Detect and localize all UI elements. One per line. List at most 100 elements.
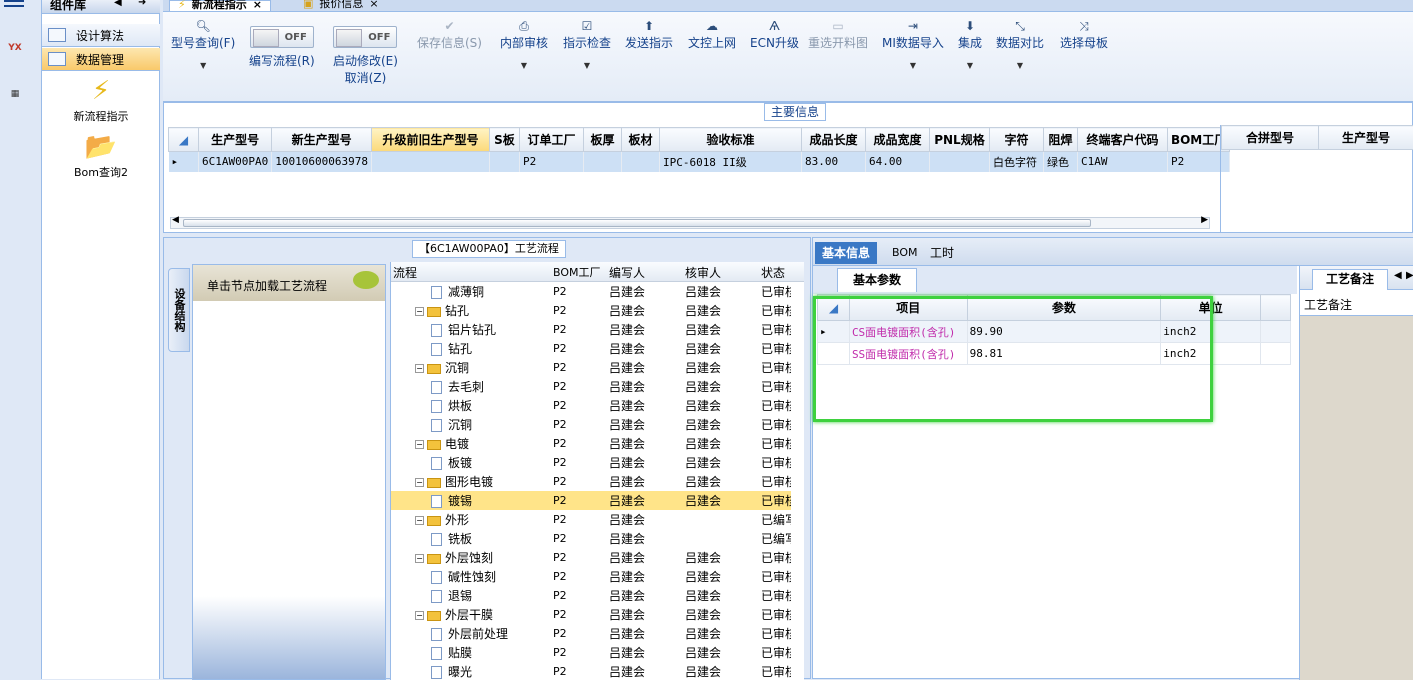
mi-import-button[interactable]: ⇥ MI数据导入 ▼	[882, 18, 944, 70]
col-header[interactable]: 新生产型号	[271, 127, 372, 152]
data-cell[interactable]: 64.00	[865, 151, 930, 172]
calculator-icon[interactable]: ▦	[0, 80, 30, 108]
node-cell[interactable]: 铝片钻孔	[431, 321, 496, 338]
tree-row[interactable]: − 图形电镀 P2 吕建会 吕建会 已审核	[391, 472, 791, 491]
close-icon[interactable]: ×	[253, 0, 262, 10]
new-flow-indicator-launcher[interactable]: ⚡ 新流程指示	[42, 74, 160, 124]
data-cell[interactable]	[583, 151, 622, 172]
node-cell[interactable]: − 沉铜	[415, 359, 469, 376]
node-cell[interactable]: 烘板	[431, 397, 472, 414]
pin-icon[interactable]: ➜	[138, 0, 146, 8]
collapse-icon[interactable]: −	[415, 516, 424, 525]
node-cell[interactable]: 铣板	[431, 530, 472, 547]
node-cell[interactable]: 贴膜	[431, 644, 472, 661]
node-cell[interactable]: − 钻孔	[415, 302, 469, 319]
save-info-button[interactable]: ✔ 保存信息(S)	[417, 18, 482, 51]
tab-process-notes[interactable]: 工艺备注	[1312, 269, 1388, 290]
chevron-right-icon[interactable]: ▶	[1406, 270, 1413, 281]
node-cell[interactable]: − 外层蚀刻	[415, 549, 493, 566]
node-load-header[interactable]: 单击节点加载工艺流程	[193, 265, 385, 301]
off-toggle[interactable]: OFF	[249, 26, 314, 48]
tree-row[interactable]: 铝片钻孔 P2 吕建会 吕建会 已审核	[391, 320, 791, 339]
internal-review-button[interactable]: ⎙ 内部审核 ▼	[500, 18, 548, 70]
tree-row[interactable]: 碱性蚀刻 P2 吕建会 吕建会 已审核	[391, 567, 791, 586]
nav-item-data-mgmt[interactable]: 数据管理	[42, 48, 160, 71]
scroll-right-icon[interactable]: ▶	[1201, 215, 1208, 225]
ecn-upgrade-button[interactable]: Ѧ ECN升级	[750, 18, 799, 51]
col-header[interactable]: 终端客户代码	[1076, 127, 1168, 152]
col-header[interactable]: PNL规格	[928, 127, 990, 152]
col-header[interactable]: 核审人	[685, 264, 721, 281]
node-cell[interactable]: − 外层干膜	[415, 606, 493, 623]
node-cell[interactable]: 退锡	[431, 587, 472, 604]
col-header[interactable]: 订单工厂	[518, 127, 584, 152]
tree-row[interactable]: − 外形 P2 吕建会 已编写	[391, 510, 791, 529]
merge-col-header[interactable]: 合拼型号	[1221, 125, 1319, 150]
data-cell[interactable]: C1AW	[1077, 151, 1168, 172]
scroll-left-icon[interactable]: ◀	[172, 215, 179, 225]
tree-row[interactable]: − 外层干膜 P2 吕建会 吕建会 已审核	[391, 605, 791, 624]
data-compare-button[interactable]: ⤡ 数据对比 ▼	[996, 18, 1044, 70]
integrate-button[interactable]: ⬇ 集成 ▼	[958, 18, 982, 70]
collapse-icon[interactable]: −	[415, 611, 424, 620]
tree-row[interactable]: 曝光 P2 吕建会 吕建会 已审核	[391, 662, 791, 680]
tab-basic-info[interactable]: 基本信息	[815, 242, 878, 264]
off-toggle[interactable]: OFF	[333, 26, 398, 48]
tree-row[interactable]: − 沉铜 P2 吕建会 吕建会 已审核	[391, 358, 791, 377]
col-header[interactable]: 成品宽度	[864, 127, 930, 152]
tree-row[interactable]: − 钻孔 P2 吕建会 吕建会 已审核	[391, 301, 791, 320]
tree-row[interactable]: − 外层蚀刻 P2 吕建会 吕建会 已审核	[391, 548, 791, 567]
tab-work-hours[interactable]: 工时	[923, 242, 961, 264]
data-cell[interactable]	[621, 151, 660, 172]
col-header[interactable]: BOM工厂	[553, 264, 601, 280]
col-header[interactable]: S板	[488, 127, 520, 152]
col-header[interactable]: 验收标准	[658, 127, 802, 152]
col-header[interactable]: 生产型号	[197, 127, 273, 152]
yx-app-icon[interactable]: YX	[0, 34, 30, 62]
tree-row[interactable]: 外层前处理 P2 吕建会 吕建会 已审核	[391, 624, 791, 643]
col-header[interactable]: 流程	[393, 264, 417, 281]
tree-row[interactable]: 烘板 P2 吕建会 吕建会 已审核	[391, 396, 791, 415]
col-header[interactable]: 字符	[988, 127, 1044, 152]
data-cell[interactable]: 6C1AW00PA0	[198, 151, 273, 172]
node-cell[interactable]: 曝光	[431, 663, 472, 680]
collapse-icon[interactable]: −	[415, 364, 424, 373]
collapse-icon[interactable]: −	[415, 307, 424, 316]
tree-row[interactable]: 减薄铜 P2 吕建会 吕建会 已审核	[391, 282, 791, 301]
data-cell[interactable]	[371, 151, 490, 172]
node-cell[interactable]: 减薄铜	[431, 283, 484, 300]
col-header[interactable]: 板厚	[582, 127, 622, 152]
nav-item-design-algo[interactable]: 设计算法	[42, 24, 160, 47]
node-cell[interactable]: − 外形	[415, 511, 469, 528]
select-master-button[interactable]: ⤨ 选择母板	[1060, 18, 1108, 51]
col-header[interactable]: 状态	[761, 264, 785, 281]
tree-row[interactable]: 去毛刺 P2 吕建会 吕建会 已审核	[391, 377, 791, 396]
collapse-left-icon[interactable]: ◀	[114, 0, 122, 8]
node-cell[interactable]: 碱性蚀刻	[431, 568, 496, 585]
doc-upload-button[interactable]: ☁ 文控上网	[688, 18, 736, 51]
col-header[interactable]: 板材	[620, 127, 660, 152]
indicator-check-button[interactable]: ☑ 指示检查 ▼	[563, 18, 611, 70]
data-cell[interactable]	[929, 151, 990, 172]
scroll-thumb[interactable]	[183, 219, 1091, 227]
node-cell[interactable]: 沉铜	[431, 416, 472, 433]
tab-new-flow[interactable]: ⚡ 新流程指示 ×	[169, 0, 271, 12]
node-cell[interactable]: − 图形电镀	[415, 473, 493, 490]
node-cell[interactable]: − 电镀	[415, 435, 469, 452]
tree-row[interactable]: 板镀 P2 吕建会 吕建会 已审核	[391, 453, 791, 472]
col-header[interactable]: 阻焊	[1042, 127, 1078, 152]
tree-row[interactable]: 退锡 P2 吕建会 吕建会 已审核	[391, 586, 791, 605]
collapse-icon[interactable]: −	[415, 554, 424, 563]
send-indicator-button[interactable]: ⬆ 发送指示	[625, 18, 673, 51]
tree-row[interactable]: − 电镀 P2 吕建会 吕建会 已审核	[391, 434, 791, 453]
col-header[interactable]: 成品长度	[800, 127, 866, 152]
tab-basic-params[interactable]: 基本参数	[837, 268, 917, 292]
tree-row[interactable]: 沉铜 P2 吕建会 吕建会 已审核	[391, 415, 791, 434]
merge-col-header[interactable]: 生产型号	[1317, 125, 1413, 150]
tree-row[interactable]: 镀锡 P2 吕建会 吕建会 已审核	[391, 491, 791, 510]
bom-query2-launcher[interactable]: 📂 Bom查询2	[42, 130, 160, 180]
close-icon[interactable]: ×	[369, 0, 378, 9]
tab-quote-info[interactable]: ▣ 报价信息 ×	[295, 0, 387, 12]
node-cell[interactable]: 去毛刺	[431, 378, 484, 395]
data-cell[interactable]: P2	[519, 151, 584, 172]
